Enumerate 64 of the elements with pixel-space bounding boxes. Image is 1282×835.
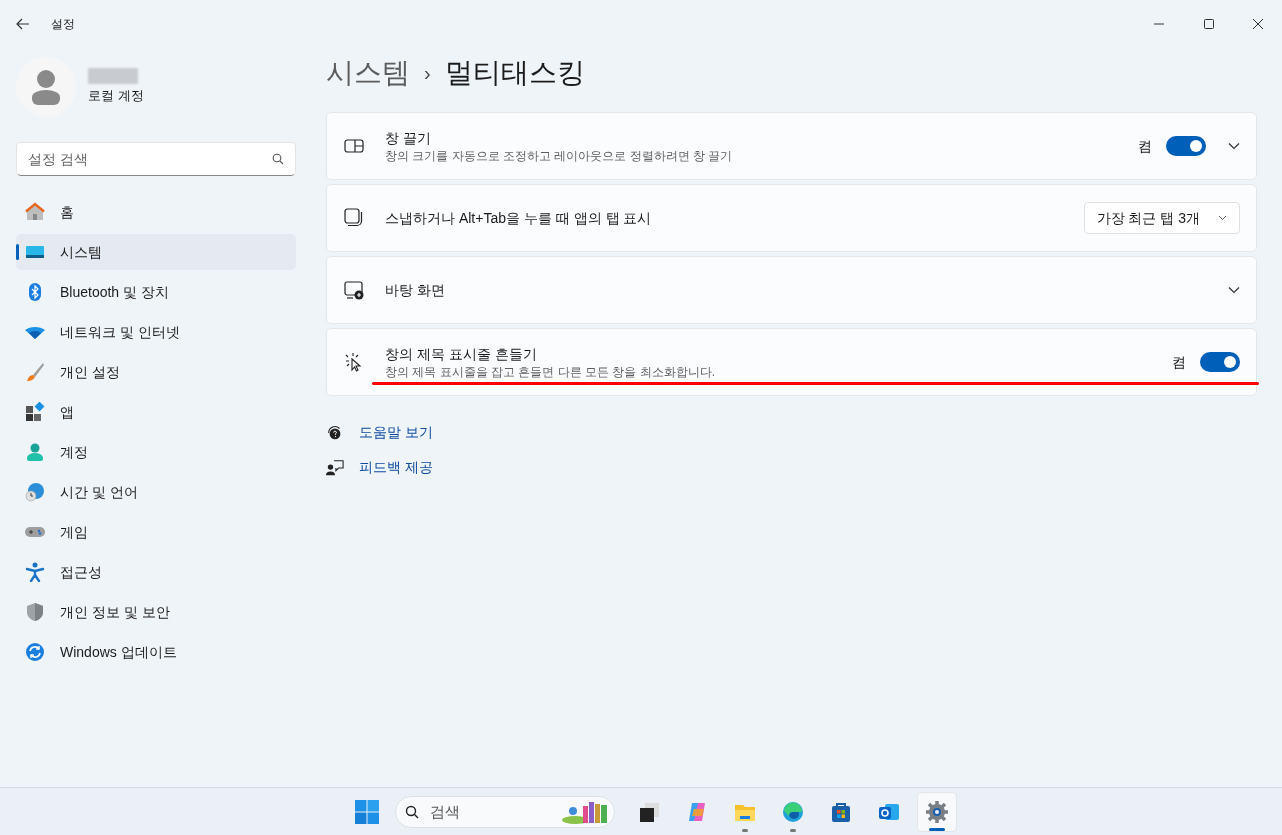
- breadcrumb-separator: ›: [424, 61, 431, 86]
- taskbar-search[interactable]: 검색: [395, 795, 615, 828]
- stacked-windows-icon: [344, 208, 364, 228]
- settings-card[interactable]: 창의 제목 표시줄 흔들기 창의 제목 표시줄을 잡고 흔들면 다른 모든 창을 최소화합니다. 켬: [326, 328, 1257, 396]
- settings-icon: [925, 799, 949, 824]
- person-icon: [31, 69, 61, 105]
- sidebar-item[interactable]: 홈: [16, 194, 296, 230]
- help-link[interactable]: 피드백 제공: [359, 457, 433, 478]
- globe-clock-icon: [25, 482, 45, 502]
- shield-icon: [25, 602, 45, 622]
- settings-card[interactable]: 바탕 화면: [326, 256, 1257, 324]
- refresh-icon: [25, 642, 45, 662]
- chevron-down-icon[interactable]: [1228, 286, 1240, 294]
- setting-title: 창의 제목 표시줄 흔들기: [385, 344, 538, 364]
- sidebar-item[interactable]: 접근성: [16, 554, 296, 590]
- setting-description: 창의 크기를 자동으로 조정하고 레이아웃으로 정렬하려면 창 끌기: [385, 147, 734, 164]
- sidebar-item[interactable]: 네트워크 및 인터넷: [16, 314, 296, 350]
- person-icon: [25, 442, 45, 462]
- dropdown[interactable]: 가장 최근 탭 3개: [1083, 202, 1240, 234]
- sidebar-item[interactable]: 앱: [16, 394, 296, 430]
- setting-title: 바탕 화면: [385, 280, 446, 300]
- blurred-name: [88, 68, 138, 85]
- setting-title: 창 끌기: [385, 128, 432, 148]
- help-link[interactable]: 도움말 보기: [359, 422, 433, 443]
- settings-card[interactable]: 창 끌기 창의 크기를 자동으로 조정하고 레이아웃으로 정렬하려면 창 끌기 켬: [326, 112, 1257, 180]
- sidebar-item[interactable]: 개인 설정: [16, 354, 296, 390]
- taskbar-app[interactable]: [917, 791, 957, 832]
- chevron-down-icon: [1218, 215, 1227, 221]
- breadcrumb-parent[interactable]: 시스템: [326, 52, 410, 94]
- sidebar-item[interactable]: 시스템: [16, 234, 296, 270]
- desktop-add-icon: [344, 280, 364, 300]
- window-title: 설정: [51, 15, 75, 33]
- home-icon: [25, 202, 45, 222]
- setting-title: 스냅하거나 Alt+Tab을 누를 때 앱의 탭 표시: [385, 208, 653, 228]
- toggle-switch[interactable]: [1200, 352, 1240, 372]
- sidebar-item[interactable]: 개인 정보 및 보안: [16, 594, 296, 630]
- search-field[interactable]: 설정 검색: [16, 142, 296, 176]
- sidebar-item[interactable]: 시간 및 언어: [16, 474, 296, 510]
- selection-indicator: [16, 244, 19, 260]
- sidebar-item[interactable]: 게임: [16, 514, 296, 550]
- toggle-state-label: 켬: [1172, 352, 1186, 372]
- search-icon: [272, 153, 284, 165]
- page-title: 멀티태스킹: [444, 56, 585, 90]
- snap-window-icon: [344, 136, 364, 156]
- brush-icon: [25, 362, 45, 382]
- edge-icon: [781, 799, 805, 824]
- accessibility-icon: [25, 562, 45, 582]
- start-icon[interactable]: [355, 799, 379, 824]
- cursor-shake-icon: [344, 352, 364, 372]
- settings-card[interactable]: 스냅하거나 Alt+Tab을 누를 때 앱의 탭 표시 가장 최근 탭 3개: [326, 184, 1257, 252]
- back-icon[interactable]: [16, 17, 30, 30]
- close-icon[interactable]: [1252, 17, 1264, 30]
- sidebar-item[interactable]: Bluetooth 및 장치: [16, 274, 296, 310]
- toggle-state-label: 켬: [1138, 136, 1152, 156]
- setting-description: 창의 제목 표시줄을 잡고 흔들면 다른 모든 창을 최소화합니다.: [385, 363, 716, 380]
- sidebar-item[interactable]: 계정: [16, 434, 296, 470]
- maximize-icon[interactable]: [1204, 18, 1214, 29]
- search-icon: [405, 804, 419, 819]
- sidebar-item[interactable]: Windows 업데이트: [16, 634, 296, 670]
- toggle-switch[interactable]: [1166, 136, 1206, 156]
- chevron-down-icon[interactable]: [1228, 142, 1240, 150]
- account-type: 로컬 계정: [88, 87, 144, 106]
- feedback-icon: [326, 458, 344, 477]
- apps-icon: [25, 402, 45, 422]
